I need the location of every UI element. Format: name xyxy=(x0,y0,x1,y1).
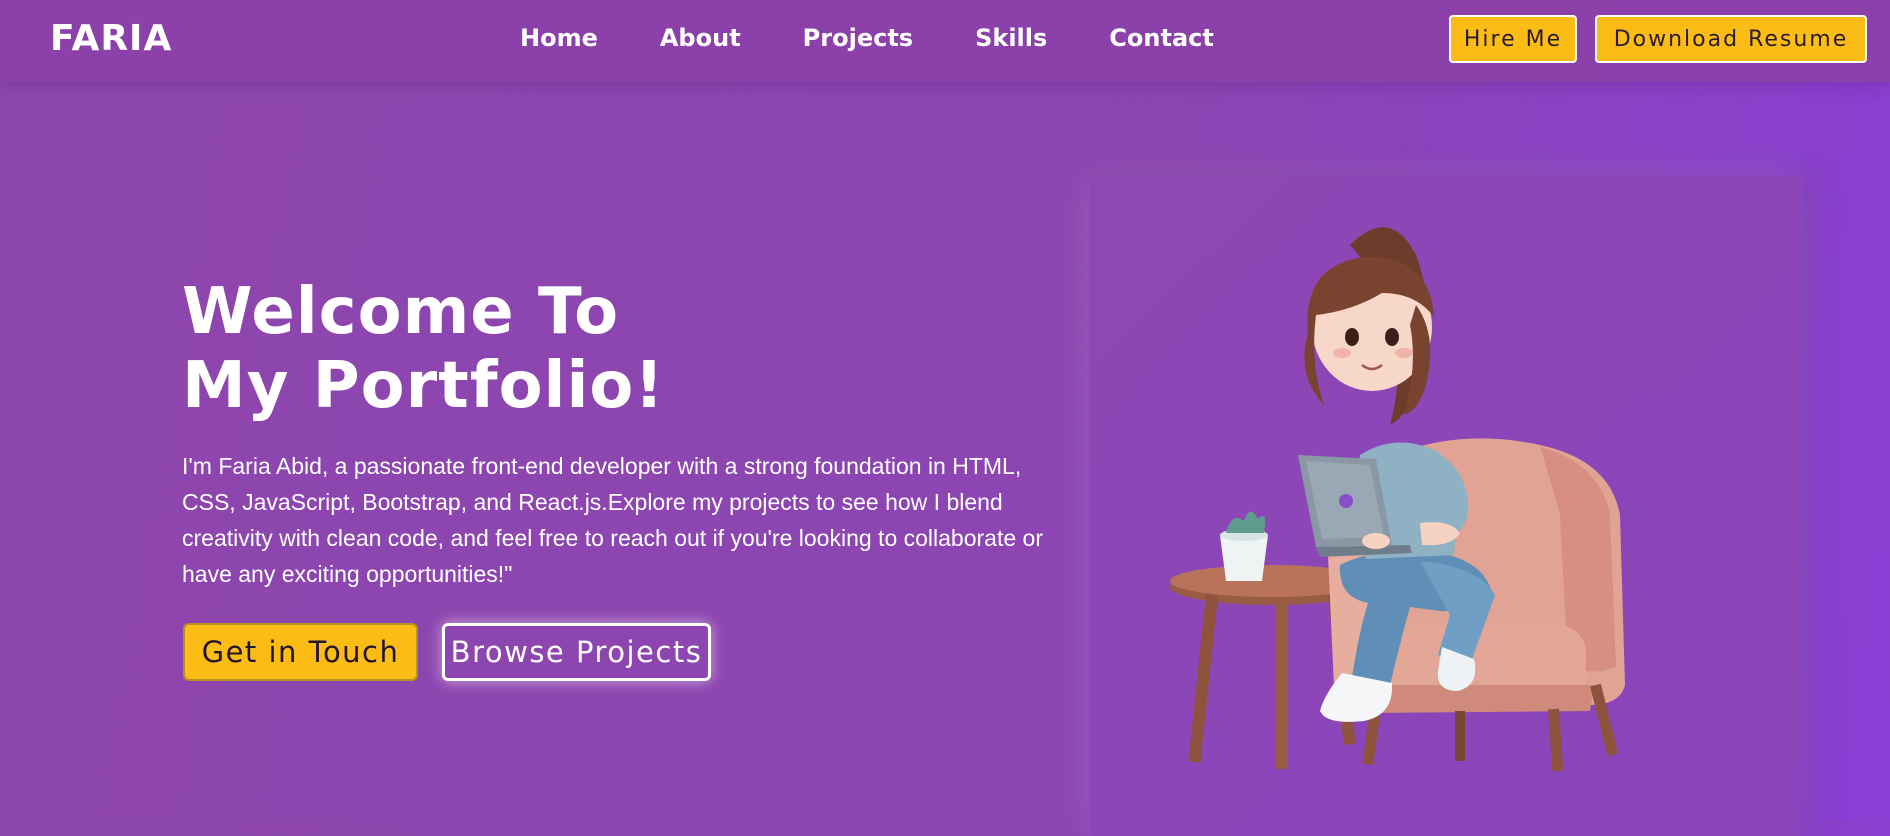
site-logo[interactable]: FARIA xyxy=(50,18,172,59)
top-navbar: FARIA Home About Projects Skills Contact… xyxy=(0,0,1890,82)
hero-title: Welcome To My Portfolio! xyxy=(182,275,665,423)
hero-title-line1: Welcome To xyxy=(182,275,620,349)
hero-description: I'm Faria Abid, a passionate front-end d… xyxy=(182,453,1043,587)
hero-title-line2: My Portfolio! xyxy=(182,349,665,424)
nav-item-about[interactable]: About xyxy=(660,24,741,52)
download-resume-button[interactable]: Download Resume xyxy=(1595,15,1867,63)
hire-me-button[interactable]: Hire Me xyxy=(1449,15,1577,63)
get-in-touch-button[interactable]: Get in Touch xyxy=(183,623,418,681)
nav-item-home[interactable]: Home xyxy=(520,24,598,52)
browse-projects-button[interactable]: Browse Projects xyxy=(442,623,711,681)
developer-girl-illustration xyxy=(1170,227,1625,772)
nav-item-skills[interactable]: Skills xyxy=(975,24,1047,52)
nav-item-contact[interactable]: Contact xyxy=(1109,24,1214,52)
nav-menu: Home About Projects Skills Contact xyxy=(520,24,1276,52)
nav-item-projects[interactable]: Projects xyxy=(803,24,913,52)
